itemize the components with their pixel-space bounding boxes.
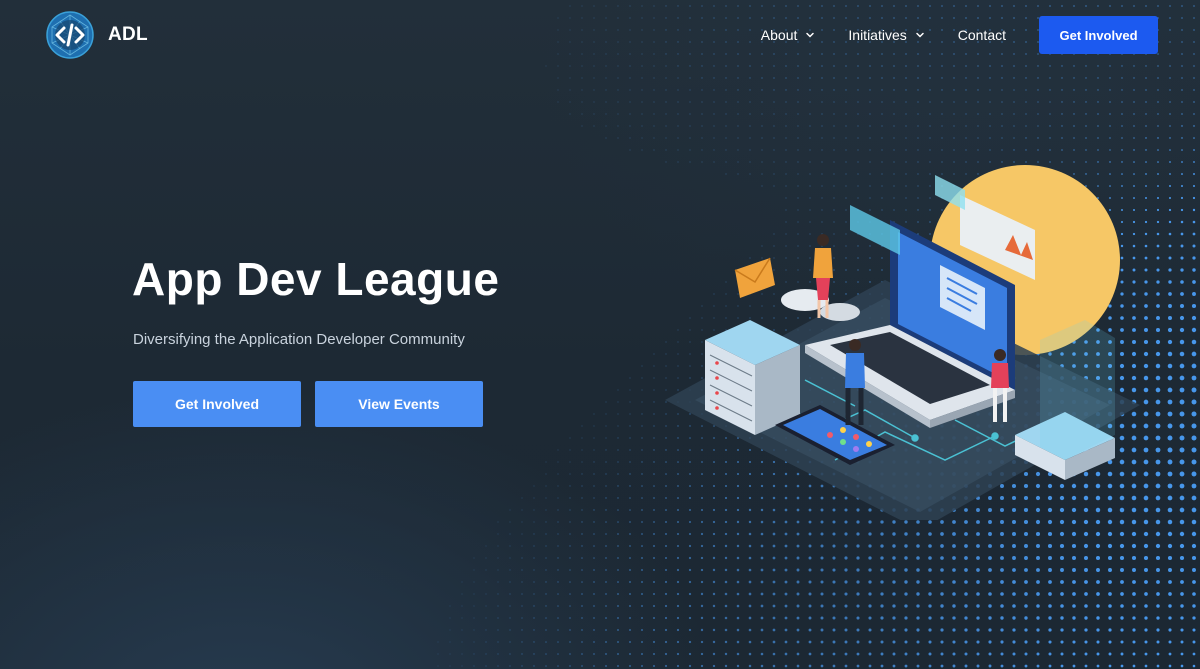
- get-involved-button[interactable]: Get Involved: [133, 381, 301, 427]
- landing-page: ADL About Initiatives Contact Get Involv…: [0, 0, 1200, 669]
- brand[interactable]: ADL: [46, 11, 148, 59]
- chevron-down-icon: [916, 32, 924, 38]
- isometric-laptop-illustration: [665, 165, 1140, 520]
- hero-subtitle: Diversifying the Application Developer C…: [133, 331, 465, 348]
- chevron-down-icon: [806, 32, 815, 38]
- get-involved-nav-button[interactable]: Get Involved: [1039, 16, 1158, 54]
- nav-item-label: Initiatives: [848, 27, 907, 43]
- nav-item-label: About: [760, 27, 798, 43]
- main-nav: About Initiatives Contact Get Involved: [761, 16, 1158, 54]
- brand-name: ADL: [108, 24, 148, 45]
- nav-item-initiatives[interactable]: Initiatives: [848, 27, 924, 43]
- view-events-button[interactable]: View Events: [315, 381, 483, 427]
- code-brackets-globe-icon: [46, 11, 94, 59]
- nav-item-contact[interactable]: Contact: [958, 27, 1006, 43]
- nav-item-about[interactable]: About: [761, 27, 816, 43]
- nav-item-label: Contact: [957, 27, 1006, 43]
- site-header: ADL About Initiatives Contact Get Involv…: [0, 0, 1200, 70]
- hero-title: App Dev League: [132, 253, 500, 305]
